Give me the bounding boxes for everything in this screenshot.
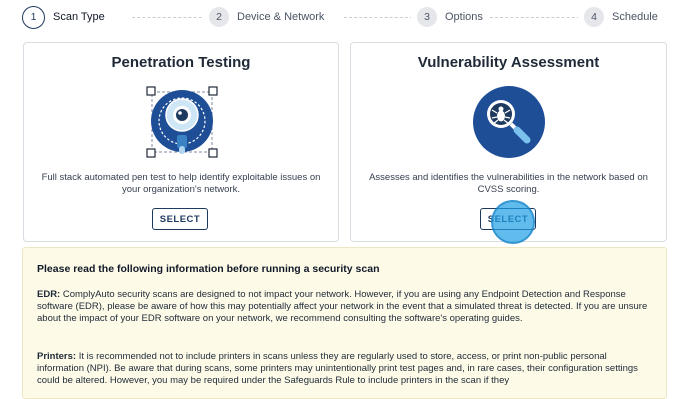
select-penetration-testing-button[interactable]: SELECT (152, 208, 208, 230)
edr-text: ComplyAuto security scans are designed t… (37, 289, 648, 324)
step-scan-type[interactable]: 1 Scan Type (22, 3, 111, 31)
step-number: 3 (417, 7, 437, 27)
card-description: Assesses and identifies the vulnerabilit… (369, 172, 648, 195)
step-label: Device & Network (237, 11, 325, 23)
edr-label: EDR: (37, 289, 61, 300)
bug-magnifier-icon (471, 84, 547, 160)
step-label: Options (445, 11, 483, 23)
edr-paragraph: EDR: ComplyAuto security scans are desig… (37, 289, 654, 325)
security-scan-notice: Please read the following information be… (22, 247, 667, 399)
step-connector (344, 17, 418, 18)
printers-text: It is recommended not to include printer… (37, 351, 638, 386)
printers-paragraph: Printers: It is recommended not to inclu… (37, 351, 654, 387)
step-connector (132, 17, 212, 18)
step-number: 4 (584, 7, 604, 27)
notice-heading: Please read the following information be… (37, 263, 380, 275)
printers-label: Printers: (37, 351, 77, 362)
step-label: Scan Type (53, 11, 105, 23)
step-schedule[interactable]: 4 Schedule (578, 3, 664, 31)
card-title: Penetration Testing (111, 54, 251, 71)
step-number: 2 (209, 7, 229, 27)
scan-wizard-stepper: 1 Scan Type 2 Device & Network 3 Options… (22, 3, 672, 31)
card-description: Full stack automated pen test to help id… (41, 172, 321, 195)
penetration-testing-card[interactable]: Penetration Testing Full stack automated… (23, 42, 339, 242)
click-indicator (491, 200, 535, 244)
step-label: Schedule (612, 11, 658, 23)
eye-scan-icon (143, 83, 221, 161)
card-title: Vulnerability Assessment (417, 54, 600, 71)
step-options[interactable]: 3 Options (411, 3, 489, 31)
step-number: 1 (22, 5, 45, 29)
step-connector (490, 17, 585, 18)
step-device-network[interactable]: 2 Device & Network (203, 3, 331, 31)
